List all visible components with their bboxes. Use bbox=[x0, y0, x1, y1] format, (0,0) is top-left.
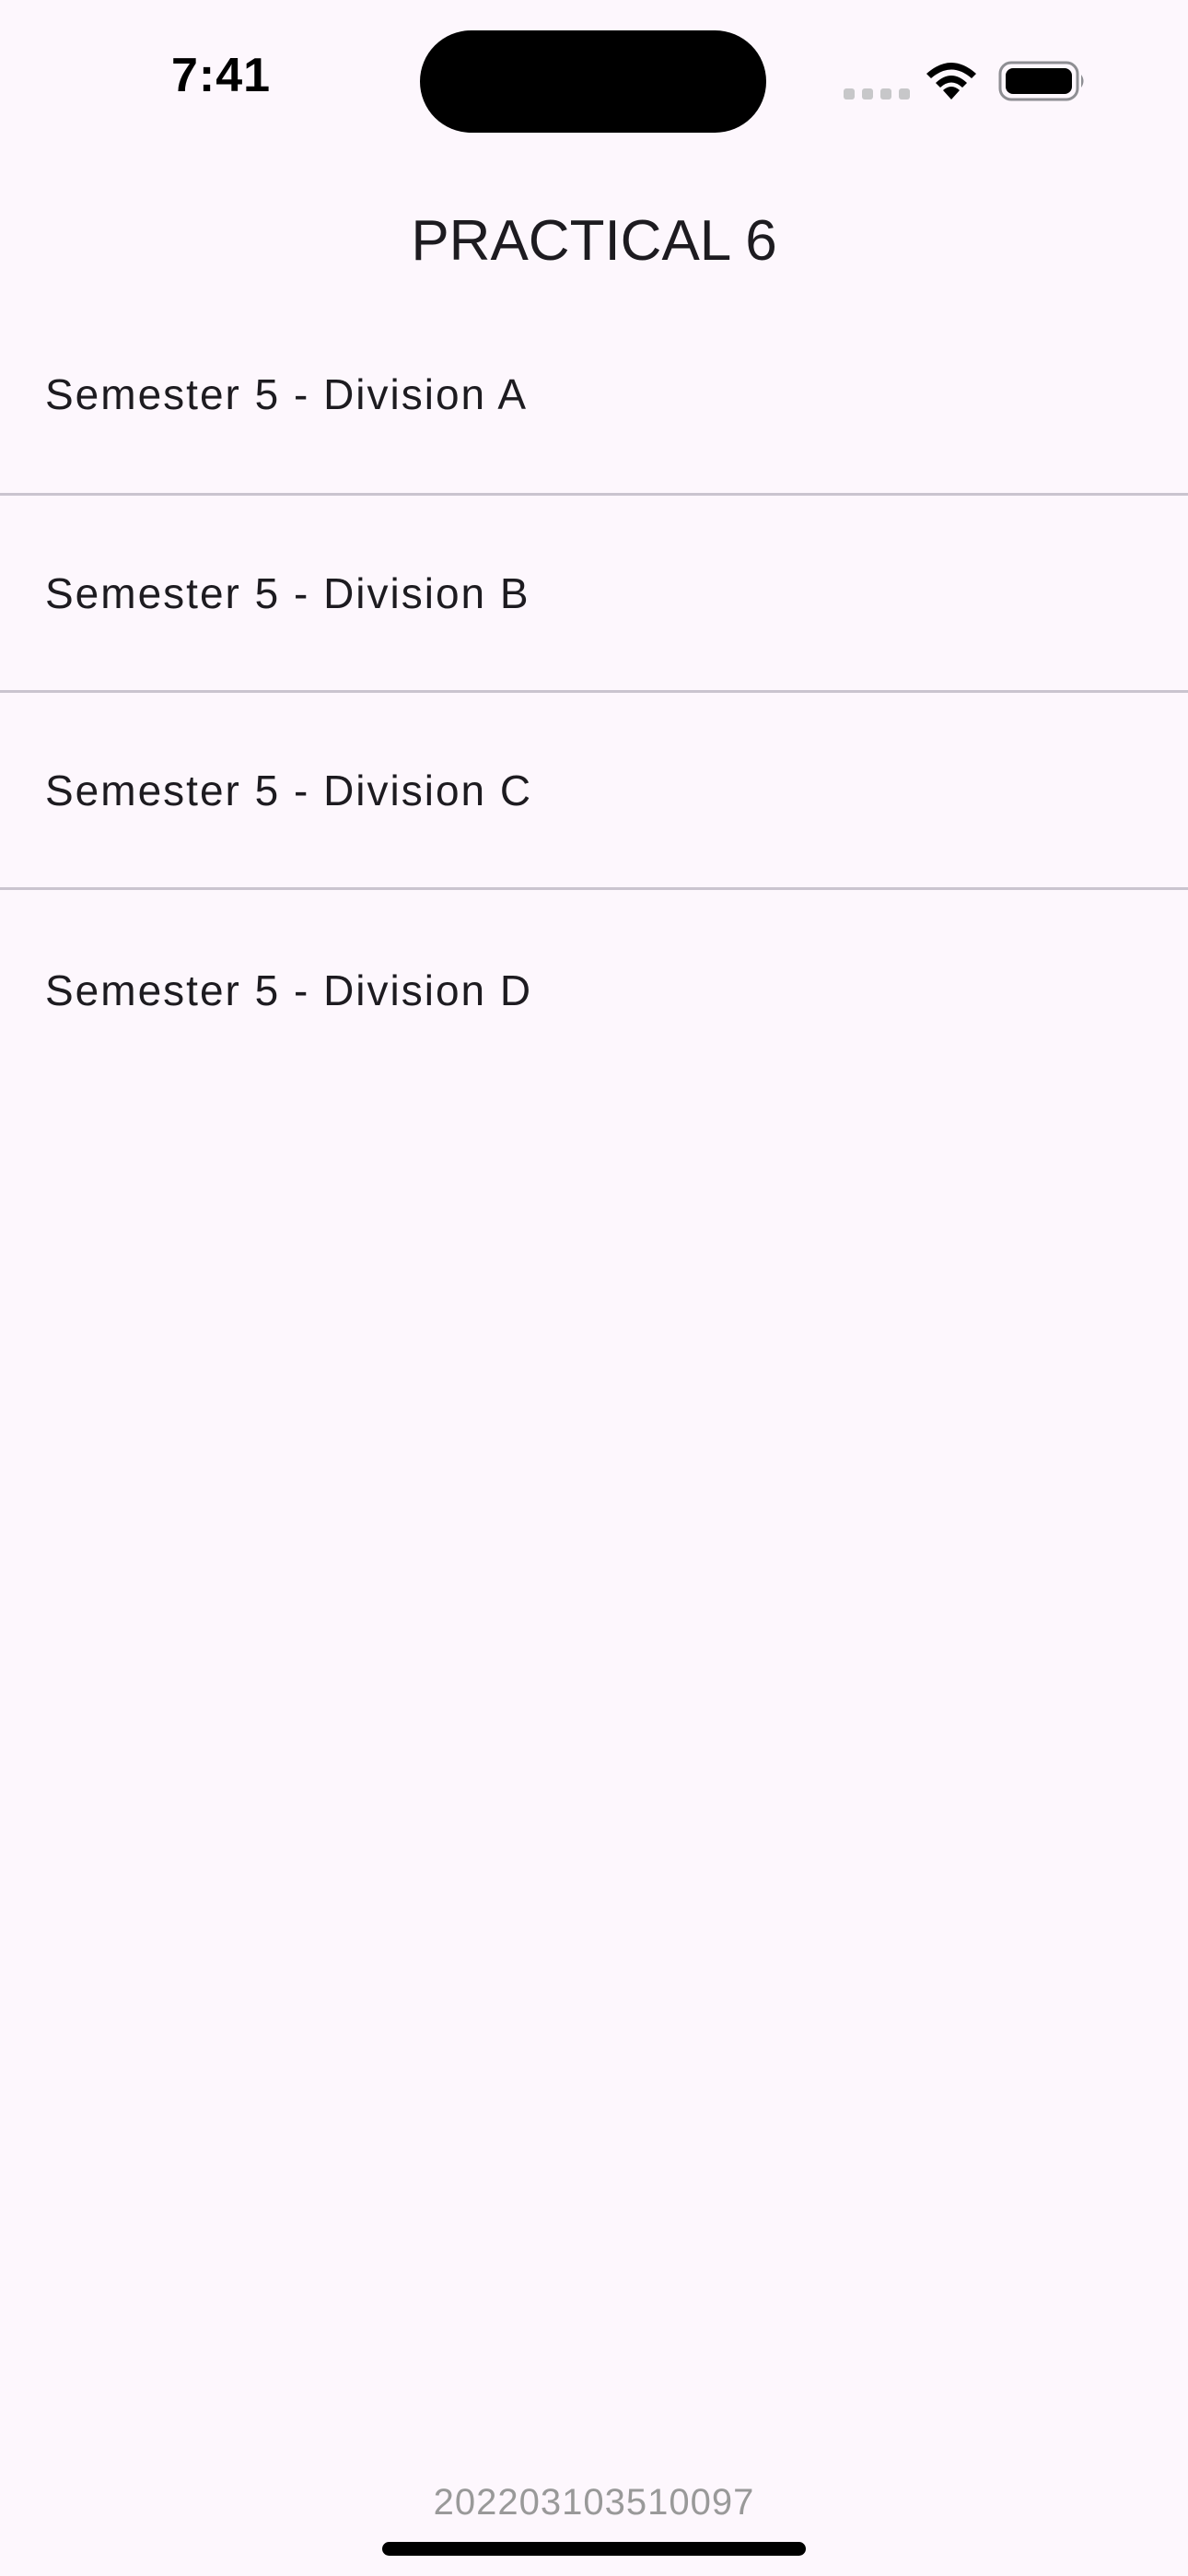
list-item-label: Semester 5 - Division D bbox=[45, 966, 533, 1014]
list-item-label: Semester 5 - Division C bbox=[45, 767, 533, 814]
list-item-label: Semester 5 - Division A bbox=[45, 370, 529, 418]
list-item-division-a[interactable]: Semester 5 - Division A bbox=[0, 324, 1188, 496]
list-item-division-c[interactable]: Semester 5 - Division C bbox=[0, 693, 1188, 890]
list-item-division-d[interactable]: Semester 5 - Division D bbox=[0, 890, 1188, 1087]
division-list: Semester 5 - Division A Semester 5 - Div… bbox=[0, 324, 1188, 1087]
dynamic-island bbox=[420, 30, 766, 133]
status-bar: 7:41 bbox=[0, 0, 1188, 157]
list-item-division-b[interactable]: Semester 5 - Division B bbox=[0, 496, 1188, 693]
status-time: 7:41 bbox=[170, 49, 272, 102]
home-indicator[interactable] bbox=[382, 2542, 806, 2556]
wifi-icon bbox=[926, 63, 976, 100]
student-id-text: 202203103510097 bbox=[433, 2482, 755, 2523]
app-bar: PRACTICAL 6 bbox=[0, 157, 1188, 322]
battery-icon bbox=[998, 61, 1084, 101]
status-icons bbox=[840, 57, 1089, 103]
page-title: PRACTICAL 6 bbox=[411, 209, 777, 273]
cellular-signal-icon bbox=[844, 88, 910, 100]
list-item-label: Semester 5 - Division B bbox=[45, 569, 530, 617]
